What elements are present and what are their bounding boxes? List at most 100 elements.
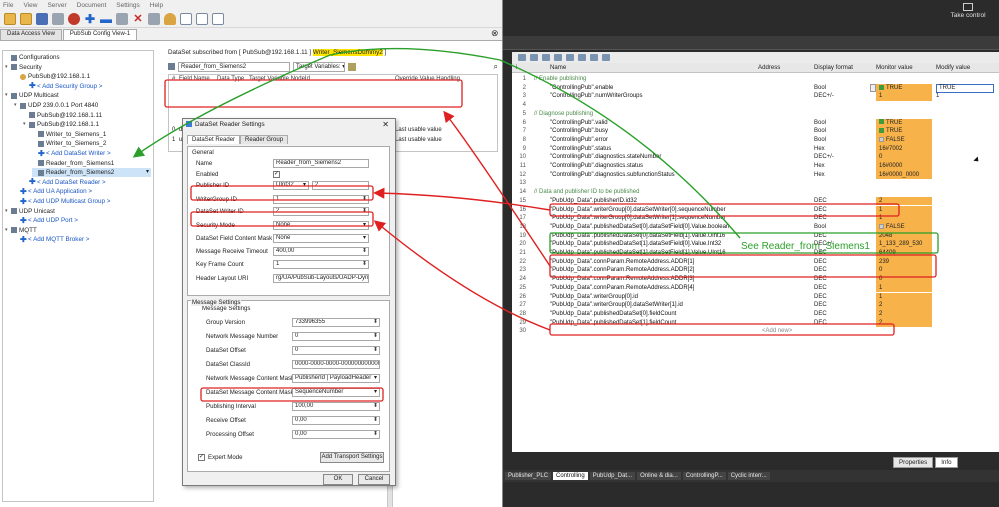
tab-pubsub-config-view[interactable]: PubSub Config View-1 [62, 29, 138, 40]
row-name[interactable]: "PubUdp_Data".publishedDataSet[0].fieldC… [550, 310, 676, 319]
row-name[interactable]: "PubUdp_Data".publishedDataSet[1].fieldC… [550, 319, 676, 328]
tree-node[interactable]: Configurations [5, 53, 151, 62]
tree-node[interactable]: ▾ UDP 239.0.0.1 Port 4840 [14, 101, 151, 110]
header-layout-uri-field[interactable]: rg/UA/PubSub-Layouts/UADP-Dynamic [273, 274, 369, 283]
tree-node[interactable]: ✚ < Add DataSet Reader > [23, 178, 151, 187]
dropdown-icon[interactable] [870, 83, 876, 92]
insert-row-icon[interactable] [518, 54, 526, 61]
field-content-mask-select[interactable]: None [273, 234, 369, 243]
publishing-interval-field[interactable]: 100,00 [292, 402, 380, 411]
tree-node[interactable]: Writer_to_Siemens_2 [32, 139, 151, 148]
row-display-format[interactable]: DEC [814, 249, 827, 258]
add-transport-settings-button[interactable]: Add Transport Settings [320, 452, 384, 463]
tree-node[interactable]: ▾ UDP Unicast [5, 207, 151, 216]
grid-cell-handling[interactable]: Last usable value [395, 127, 442, 133]
row-modify-value[interactable]: 1 [936, 92, 939, 101]
row-name[interactable]: "PubUdp_Data".connParam.RemoteAddress.AD… [550, 258, 694, 267]
row-display-format[interactable]: DEC [814, 214, 827, 223]
force-icon[interactable] [590, 54, 598, 61]
take-control-button[interactable]: Take control [943, 3, 993, 19]
tree-node[interactable]: Reader_from_Siemens1 [32, 159, 151, 168]
tree-node[interactable]: ✚ < Add UDP Multicast Group > [14, 197, 151, 206]
menu-help[interactable]: Help [150, 2, 163, 9]
writergroup-id-field[interactable]: 1 [273, 195, 369, 204]
row-display-format[interactable]: Hex [814, 162, 825, 171]
expert-mode-checkbox[interactable]: ✓ [198, 454, 205, 461]
editor-tab[interactable]: Cyclic interr... [727, 472, 770, 480]
table-row[interactable]: 19 "PubUdp_Data".publishedDataSet[0].data… [512, 231, 999, 241]
modify-icon[interactable] [566, 54, 574, 61]
group-version-field[interactable]: 733996355 [292, 318, 380, 327]
tree-node[interactable]: ▾ MQTT [5, 226, 151, 235]
table-row[interactable]: 15 "PubUdp_Data".publisherID.id32 DEC 2 [512, 196, 999, 206]
row-name[interactable]: "PubUdp_Data".publishedDataSet[1].dataSe… [550, 240, 721, 249]
dataset-reader-name-field[interactable]: Reader_from_Siemens2 [178, 61, 290, 72]
row-display-format[interactable]: DEC [814, 232, 827, 241]
tree-node[interactable]: ✚ < Add DataSet Writer > [32, 149, 151, 158]
row-display-format[interactable]: DEC [814, 310, 827, 319]
row-display-format[interactable]: DEC [814, 197, 827, 206]
editor-tab[interactable]: Online & dia... [637, 472, 681, 480]
row-display-format[interactable]: DEC [814, 258, 827, 267]
table-row[interactable]: 24 "PubUdp_Data".connParam.RemoteAddress.… [512, 275, 999, 284]
table-row[interactable]: 20 "PubUdp_Data".publishedDataSet[1].data… [512, 240, 999, 249]
table-row[interactable]: 8 "ControllingPub".error Bool FALSE [512, 135, 999, 145]
window-icon[interactable] [212, 12, 224, 25]
publisher-id-type-select[interactable]: UInt32 [273, 181, 309, 190]
menu-document[interactable]: Document [77, 2, 107, 9]
tree-node[interactable]: ▾ Security [5, 63, 151, 72]
row-name[interactable]: "ControllingPub".diagnostics.subfunction… [550, 171, 675, 180]
processing-offset-field[interactable]: 0,00 [292, 430, 380, 439]
table-row[interactable]: 3 "ControllingPub".numWriterGroups DEC+/- 1… [512, 92, 999, 102]
row-display-format[interactable]: Hex [814, 145, 825, 154]
table-row[interactable]: 6 "ControllingPub".valid Bool TRUE [512, 118, 999, 128]
edit-icon[interactable] [348, 62, 356, 71]
dataset-writer-id-field[interactable]: 2 [273, 207, 369, 216]
properties-tab[interactable]: Properties [893, 457, 934, 468]
row-name[interactable]: "ControllingPub".valid [550, 119, 608, 128]
row-display-format[interactable]: Bool [814, 223, 826, 232]
table-row[interactable]: 27 "PubUdp_Data".writerGroup[0].dataSetWr… [512, 301, 999, 310]
tree-node[interactable]: ▾ UDP Multicast [5, 91, 151, 100]
table-row[interactable]: 5 // Diagnose publishing [512, 110, 999, 119]
row-display-format[interactable]: DEC [814, 266, 827, 275]
tree-node[interactable]: Reader_from_Siemens2 [32, 168, 151, 178]
row-name[interactable]: "PubUdp_Data".writerGroup[0].dataSetWrit… [550, 214, 726, 223]
table-row[interactable]: 26 "PubUdp_Data".writerGroup[0].id DEC 1 [512, 292, 999, 302]
key-frame-count-field[interactable]: 1 [273, 260, 369, 269]
row-display-format[interactable]: DEC [814, 301, 827, 310]
row-name[interactable]: <Add new> [762, 327, 792, 336]
row-name[interactable]: "ControllingPub".diagnostics.stateNumber [550, 153, 661, 162]
row-display-format[interactable]: Hex [814, 171, 825, 180]
tree-node[interactable]: ✚ < Add UA Application > [14, 187, 151, 196]
row-name[interactable]: "ControllingPub".busy [550, 127, 608, 136]
dataset-offset-field[interactable]: 0 [292, 346, 380, 355]
row-display-format[interactable]: DEC [814, 275, 827, 284]
tree-node[interactable]: PubSub@192.168.1.1 [14, 72, 151, 81]
close-icon[interactable]: ✕ [382, 120, 389, 129]
stop-icon[interactable] [68, 12, 80, 25]
table-row[interactable]: 22 "PubUdp_Data".connParam.RemoteAddress.… [512, 257, 999, 267]
table-row[interactable]: 18 "PubUdp_Data".publishedDataSet[0].data… [512, 222, 999, 232]
close-tab-icon[interactable]: ⊗ [491, 28, 499, 39]
tree-node[interactable]: ✚ < Add MQTT Broker > [14, 235, 151, 244]
table-row[interactable]: 1 // Enable publishing [512, 75, 999, 84]
row-name[interactable]: "PubUdp_Data".connParam.RemoteAddress.AD… [550, 275, 694, 284]
tab-dataset-reader[interactable]: DataSet Reader [187, 135, 241, 144]
row-modify-value[interactable]: TRUE [936, 83, 994, 93]
add-icon[interactable]: ✚ [84, 13, 96, 25]
monitor-once-icon[interactable] [554, 54, 562, 61]
document-icon[interactable] [180, 12, 192, 25]
row-name[interactable]: "PubUdp_Data".connParam.RemoteAddress.AD… [550, 284, 694, 293]
tree-node[interactable]: ▾ PubSub@192.168.1.1 [23, 120, 151, 129]
row-name[interactable]: "ControllingPub".numWriterGroups [550, 92, 643, 101]
row-display-format[interactable]: DEC [814, 319, 827, 328]
security-mode-select[interactable]: None [273, 221, 369, 230]
table-row[interactable]: 9 "ControllingPub".status Hex 16#7002 [512, 144, 999, 154]
tree-node[interactable]: ✚ < Add Security Group > [23, 82, 151, 91]
table-row[interactable]: 4 [512, 101, 999, 110]
row-name[interactable]: "ControllingPub".error [550, 136, 608, 145]
network-content-mask-select[interactable]: PublisherId | PayloadHeader [292, 374, 380, 383]
tree-node[interactable]: ✚ < Add UDP Port > [14, 216, 151, 225]
table-row[interactable]: 30 <Add new> [512, 327, 999, 336]
